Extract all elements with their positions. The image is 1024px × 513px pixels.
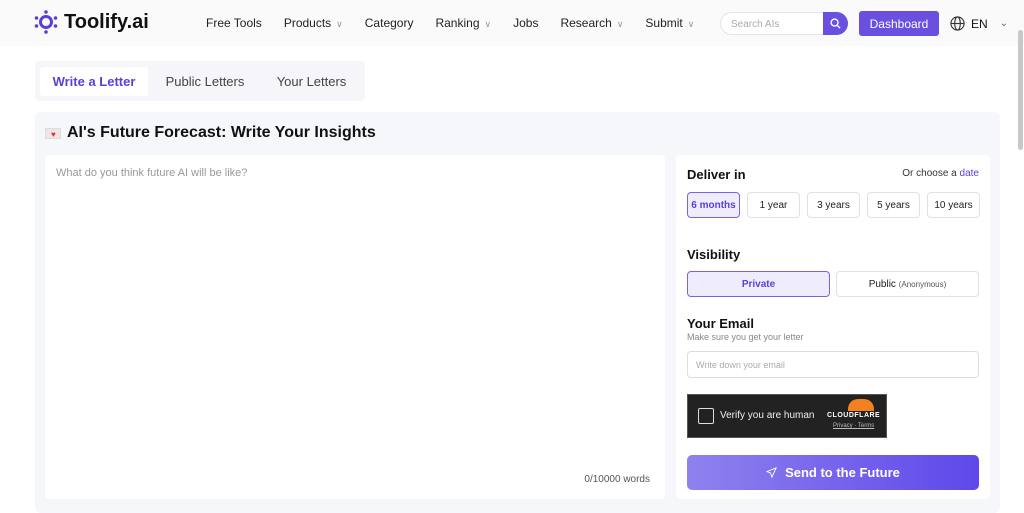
nav-item-label: Submit (645, 16, 683, 30)
brand-name: Toolify.ai (64, 10, 149, 33)
dashboard-button[interactable]: Dashboard (859, 11, 939, 36)
nav-item-label: Free Tools (206, 16, 262, 30)
tab-your-letters[interactable]: Your Letters (263, 67, 360, 96)
chevron-down-icon: ⌄ (999, 18, 1009, 29)
captcha-widget: Verify you are human CLOUDFLARE Privacy … (687, 394, 887, 438)
nav-item-submit[interactable]: Submit ∨ (645, 16, 694, 30)
globe-icon (950, 16, 965, 31)
letter-tabs: Write a Letter Public Letters Your Lette… (35, 61, 365, 101)
letter-placeholder: What do you think future AI will be like… (56, 167, 248, 179)
choose-date: Or choose a date (902, 168, 979, 179)
choose-date-prefix: Or choose a (902, 168, 957, 179)
logo-icon (34, 10, 58, 34)
choose-date-link[interactable]: date (960, 168, 979, 179)
captcha-terms-link[interactable]: Terms (858, 423, 874, 429)
chevron-down-icon: ∨ (687, 19, 695, 29)
visibility-label: Visibility (687, 247, 741, 262)
nav-item-ranking[interactable]: Ranking ∨ (435, 16, 491, 30)
email-hint: Make sure you get your letter (687, 332, 804, 342)
deliver-option[interactable]: 1 year (747, 192, 800, 218)
cloudflare-logo: CLOUDFLARE (827, 412, 881, 419)
email-input[interactable]: Write down your email (687, 351, 979, 378)
language-label: EN (971, 16, 988, 31)
cloudflare-cloud-icon (848, 399, 874, 411)
top-nav: Toolify.ai Free Tools Products ∨ Category Ra… (0, 0, 1024, 46)
send-label: Send to the Future (785, 465, 900, 480)
nav-item-free-tools[interactable]: Free Tools (206, 16, 262, 30)
deliver-option[interactable]: 3 years (807, 192, 860, 218)
search-placeholder: Search AIs (731, 19, 780, 30)
page-title: ♥ AI's Future Forecast: Write Your Insig… (45, 124, 376, 142)
chevron-down-icon: ∨ (616, 19, 624, 29)
captcha-label: Verify you are human (720, 410, 815, 421)
paper-plane-icon (766, 467, 778, 478)
chevron-down-icon: ∨ (336, 19, 343, 29)
tab-write-letter[interactable]: Write a Letter (40, 67, 148, 96)
nav-item-category[interactable]: Category (365, 16, 414, 30)
deliver-option[interactable]: 5 years (867, 192, 920, 218)
captcha-checkbox[interactable] (698, 408, 714, 424)
deliver-label: Deliver in (687, 167, 746, 182)
logo[interactable]: Toolify.ai (34, 10, 149, 34)
chevron-down-icon: ∨ (484, 19, 492, 29)
deliver-option[interactable]: 10 years (927, 192, 980, 218)
nav-item-research[interactable]: Research ∨ (560, 16, 623, 30)
tab-public-letters[interactable]: Public Letters (155, 67, 255, 96)
email-placeholder: Write down your email (696, 360, 785, 370)
captcha-privacy-link[interactable]: Privacy (833, 423, 853, 429)
email-label: Your Email (687, 316, 754, 331)
letter-textarea[interactable]: What do you think future AI will be like… (45, 155, 665, 499)
public-note: (Anonymous) (898, 279, 947, 289)
nav-item-jobs[interactable]: Jobs (513, 16, 538, 30)
visibility-public[interactable]: Public (Anonymous) (836, 271, 979, 297)
nav-item-label: Products (283, 16, 332, 30)
language-selector[interactable]: EN ⌄ (950, 16, 1008, 31)
visibility-private[interactable]: Private (687, 271, 830, 297)
search-input[interactable]: Search AIs (720, 12, 848, 35)
deliver-option[interactable]: 6 months (687, 192, 740, 218)
scrollbar[interactable] (1018, 30, 1023, 150)
search-icon (830, 18, 841, 29)
nav-item-products[interactable]: Products ∨ (284, 16, 343, 30)
options-panel: Deliver in Or choose a date 6 months 1 ye… (676, 155, 990, 499)
word-count: 0/10000 words (584, 474, 650, 485)
public-label: Public (868, 278, 896, 290)
nav-item-label: Jobs (513, 16, 539, 30)
nav-item-label: Ranking (435, 16, 480, 30)
love-letter-icon: ♥ (45, 127, 61, 139)
title-text: AI's Future Forecast: Write Your Insight… (67, 124, 376, 141)
send-button[interactable]: Send to the Future (687, 455, 979, 490)
nav-item-label: Category (364, 16, 414, 30)
nav-item-label: Research (560, 16, 612, 30)
search-button[interactable] (823, 12, 848, 35)
